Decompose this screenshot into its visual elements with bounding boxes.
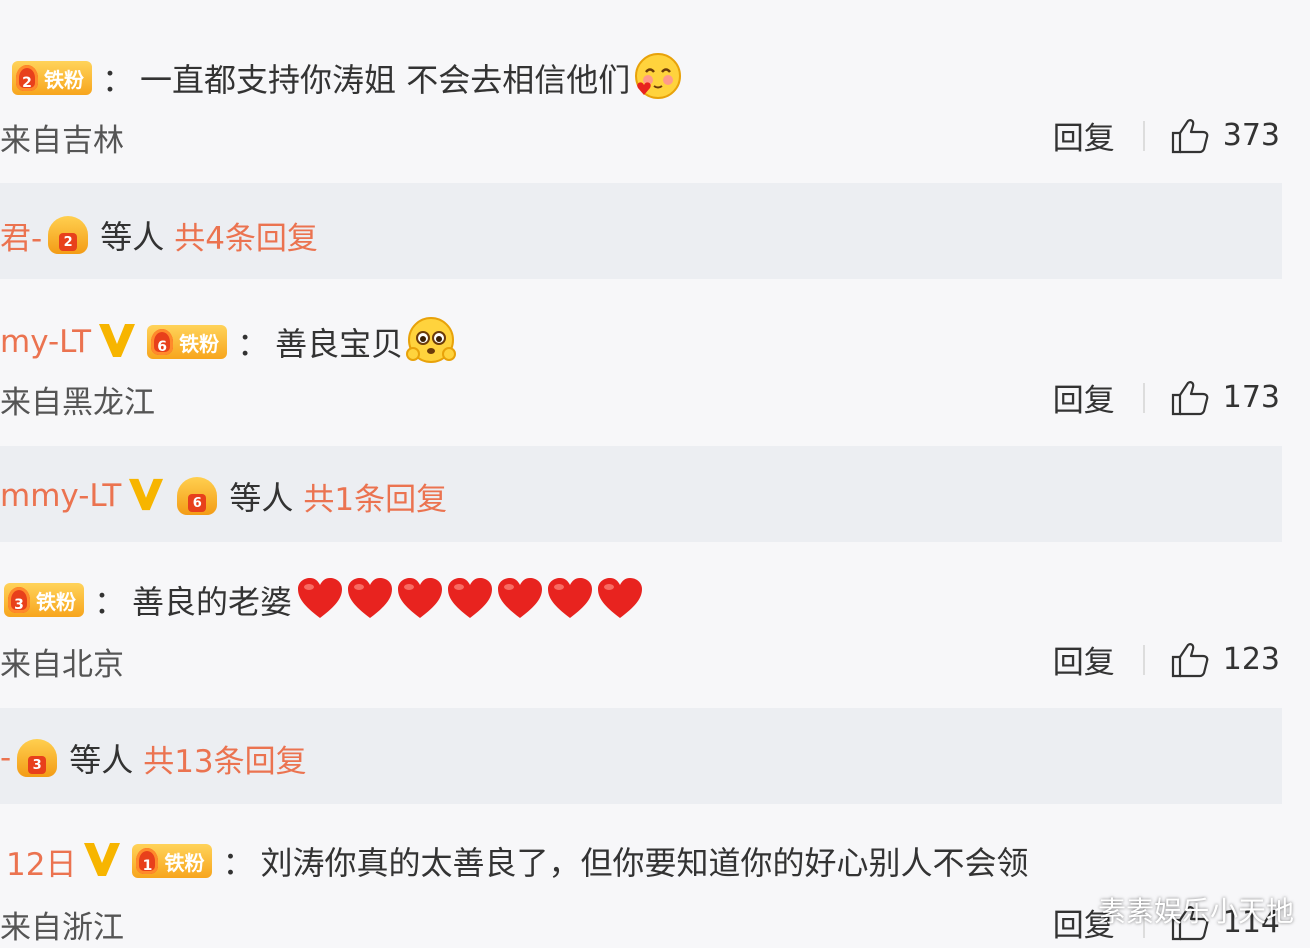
watermark: 素素娱乐小天地 (1097, 895, 1294, 928)
heart-icon (546, 576, 594, 624)
comment-location: 来自吉林 (0, 123, 124, 159)
reply-summary[interactable]: - 3 等人 共13条回复 (0, 708, 1282, 804)
fan-label: 铁粉 (36, 589, 76, 614)
reply-button[interactable]: 回复 (1053, 375, 1115, 420)
comment-4-header: 12日 1 铁粉 ： 刘涛你真的太善良了，但你要知道你的好心别人不会领 (6, 838, 1028, 884)
comment-2-header: my-LT 6 铁粉 ： 善良宝贝 (0, 314, 457, 370)
comment-username[interactable]: 12日 (6, 839, 76, 884)
comment-text: 一直都支持你涛姐 不会去相信他们 (140, 61, 631, 99)
comment-username[interactable]: my-LT (0, 324, 91, 360)
comment-actions: 回复 123 (1053, 637, 1280, 682)
fan-label: 铁粉 (44, 67, 84, 92)
reply-username[interactable]: mmy-LT (0, 478, 121, 514)
like-icon (1171, 380, 1209, 415)
reply-etc: 等人 (229, 479, 294, 517)
fan-label: 铁粉 (179, 331, 220, 356)
reply-summary[interactable]: 君- 2 等人 共4条回复 (0, 183, 1282, 279)
heart-icon (296, 576, 344, 624)
fan-badge-icon: 1 铁粉 (132, 844, 213, 878)
colon: ： (102, 61, 135, 99)
vip-v-icon (97, 321, 137, 363)
pleading-emoji-icon (405, 314, 457, 370)
vip-v-icon (127, 476, 165, 516)
reply-count-link[interactable]: 共13条回复 (143, 736, 306, 781)
comment-location: 来自黑龙江 (0, 385, 155, 421)
fan-badge-icon: 3 铁粉 (4, 583, 84, 617)
reply-username[interactable]: 君- (0, 213, 42, 258)
comment-actions: 回复 173 (1053, 375, 1280, 420)
fan-badge-icon: 6 (177, 477, 218, 515)
reply-button[interactable]: 回复 (1053, 637, 1115, 682)
fan-label: 铁粉 (164, 850, 205, 875)
comment-text: 刘涛你真的太善良了，但你要知道你的好心别人不会领 (260, 844, 1029, 882)
colon: ： (237, 325, 270, 363)
fan-level: 3 (28, 756, 47, 774)
reply-summary[interactable]: mmy-LT 6 等人 共1条回复 (0, 446, 1282, 542)
weibo-comment-list: 2 铁粉 ： 一直都支持你涛姐 不会去相信他们 来自吉林 回复 373 君- 2… (0, 0, 1310, 948)
fan-level: 1 (136, 848, 159, 874)
fan-badge-icon: 3 (17, 739, 58, 777)
fan-level: 2 (16, 65, 38, 91)
fan-level: 3 (8, 587, 30, 613)
heart-icon (446, 576, 494, 624)
heart-emoji-group (296, 576, 646, 624)
fan-level: 6 (151, 329, 174, 355)
comment-location: 来自浙江 (0, 910, 124, 946)
fan-level: 2 (59, 233, 78, 251)
comment-text: 善良宝贝 (275, 325, 404, 363)
reply-username[interactable]: - (0, 740, 11, 776)
reply-count-link[interactable]: 共4条回复 (174, 213, 318, 258)
reply-button[interactable]: 回复 (1053, 113, 1115, 158)
divider (1142, 382, 1145, 413)
like-button[interactable]: 123 (1171, 642, 1280, 678)
like-count: 123 (1222, 642, 1280, 677)
like-icon (1171, 642, 1209, 677)
divider (1142, 644, 1145, 675)
heart-icon (496, 576, 544, 624)
like-icon (1171, 118, 1209, 153)
heart-icon (396, 576, 444, 624)
comment-3-header: 3 铁粉 ： 善良的老婆 (0, 576, 646, 624)
like-count: 173 (1222, 380, 1280, 415)
colon: ： (94, 583, 127, 621)
comment-text: 善良的老婆 (132, 583, 293, 621)
reply-etc: 等人 (69, 741, 134, 779)
fan-badge-icon: 2 (48, 216, 89, 254)
fan-level: 6 (188, 494, 207, 512)
colon: ： (222, 844, 255, 882)
like-button[interactable]: 173 (1171, 380, 1280, 416)
fan-badge-icon: 6 铁粉 (147, 325, 228, 359)
heart-icon (346, 576, 394, 624)
heart-icon (596, 576, 644, 624)
like-button[interactable]: 373 (1171, 118, 1280, 154)
vip-v-icon (82, 840, 122, 882)
comment-1-header: 2 铁粉 ： 一直都支持你涛姐 不会去相信他们 (8, 50, 684, 106)
like-count: 373 (1222, 118, 1280, 153)
fan-badge-icon: 2 铁粉 (12, 61, 92, 95)
comment-actions: 回复 373 (1053, 113, 1280, 158)
reply-count-link[interactable]: 共1条回复 (303, 474, 447, 519)
comment-location: 来自北京 (0, 647, 124, 683)
blush-emoji-icon (632, 50, 684, 106)
reply-etc: 等人 (100, 218, 165, 256)
divider (1142, 120, 1145, 151)
